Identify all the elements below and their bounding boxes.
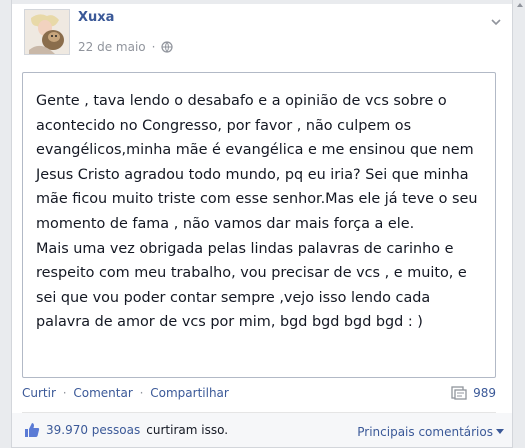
- share-count-icon: [451, 386, 467, 400]
- chevron-down-icon[interactable]: [490, 16, 502, 28]
- top-strip: [12, 0, 512, 4]
- post-actions: Curtir · Comentar · Compartilhar 989: [22, 386, 496, 408]
- avatar[interactable]: [24, 9, 70, 55]
- share-count-value: 989: [473, 386, 496, 400]
- comment-link[interactable]: Comentar: [73, 386, 132, 400]
- post-card: Xuxa 22 de maio · Gente , tava lendo o d…: [11, 0, 513, 448]
- meta-separator: ·: [151, 40, 156, 54]
- like-suffix: curtiram isso.: [146, 423, 229, 437]
- globe-icon[interactable]: [161, 41, 174, 53]
- thumbs-up-icon: [25, 423, 40, 437]
- post-date[interactable]: 22 de maio: [78, 40, 146, 54]
- comment-sort-label: Principais comentários: [357, 425, 493, 439]
- action-separator: ·: [139, 386, 144, 400]
- post-meta: 22 de maio ·: [78, 40, 174, 54]
- share-count[interactable]: 989: [451, 386, 496, 400]
- likes-bar: 39.970 pessoas curtiram isso. Principais…: [12, 413, 512, 447]
- post-paragraph-1: Gente , tava lendo o desabafo e a opiniã…: [36, 93, 478, 232]
- scroll-up-arrow-icon[interactable]: [515, 0, 525, 10]
- comment-sort-dropdown[interactable]: Principais comentários: [357, 425, 504, 439]
- author-name[interactable]: Xuxa: [78, 10, 114, 25]
- like-count[interactable]: 39.970 pessoas: [46, 423, 140, 437]
- post-paragraph-2: Mais uma vez obrigada pelas lindas palav…: [36, 240, 467, 331]
- caret-down-icon: [496, 429, 504, 434]
- like-link[interactable]: Curtir: [22, 386, 56, 400]
- share-link[interactable]: Compartilhar: [150, 386, 229, 400]
- post-text: Gente , tava lendo o desabafo e a opiniã…: [22, 72, 496, 378]
- action-separator: ·: [62, 386, 67, 400]
- avatar-image: [25, 10, 69, 54]
- likes-summary: 39.970 pessoas curtiram isso.: [24, 422, 228, 438]
